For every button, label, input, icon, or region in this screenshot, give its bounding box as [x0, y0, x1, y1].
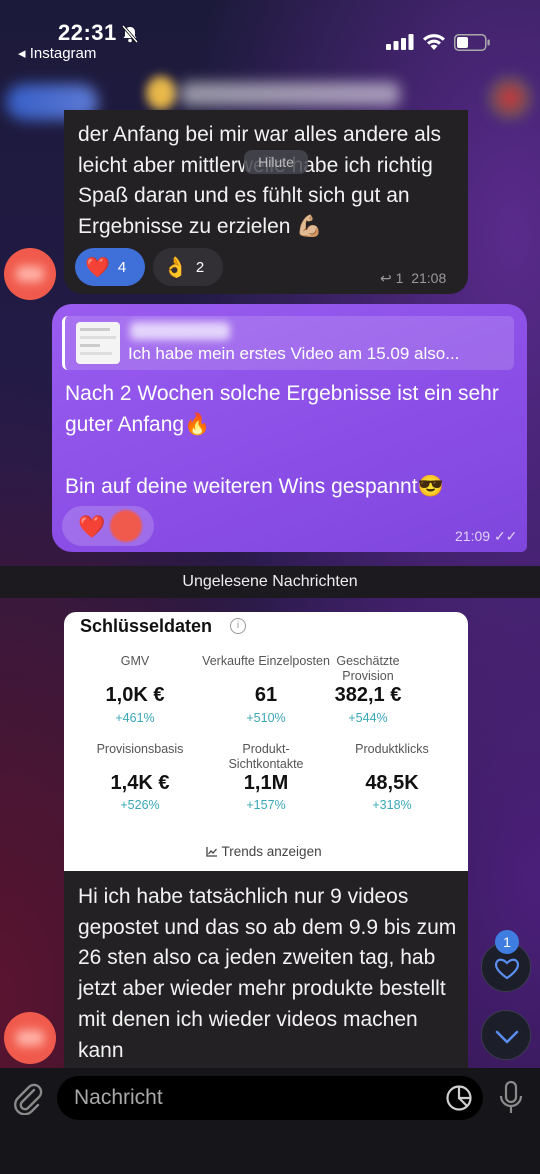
heart-reaction-icon: ❤️ — [78, 514, 106, 539]
ok-hand-emoji-icon: 👌 — [163, 256, 188, 279]
microphone-icon[interactable] — [496, 1080, 526, 1116]
outgoing-message-text: Nach 2 Wochen solche Ergebnisse ist ein … — [65, 378, 505, 502]
chat-emoji-icon — [146, 76, 176, 110]
heart-emoji-icon: ❤️ — [85, 256, 110, 279]
reaction-count: 2 — [195, 258, 205, 276]
metric-value: 382,1 € — [334, 684, 402, 706]
scroll-down-button[interactable] — [481, 1010, 531, 1060]
chevron-down-icon — [495, 1030, 519, 1044]
unread-reaction-badge: 1 — [495, 930, 519, 954]
trend-chart-icon — [206, 847, 217, 857]
reply-thumbnail — [76, 322, 120, 364]
text-overlay: Hilute — [244, 150, 308, 174]
message-time: 21:09 — [455, 528, 491, 544]
unread-divider: Ungelesene Nachrichten — [0, 566, 540, 598]
reaction-count: 4 — [117, 258, 127, 276]
battery-icon — [454, 34, 490, 51]
message-placeholder: Nachricht — [74, 1086, 163, 1109]
reply-arrow-icon[interactable]: ↩ — [380, 270, 392, 286]
metric-value: 1,4K € — [110, 772, 170, 794]
back-to-instagram[interactable]: ◂ Instagram — [18, 44, 96, 62]
message-time: 21:08 — [411, 270, 447, 286]
reply-author-blurred — [130, 322, 230, 340]
read-checkmarks-icon: ✓✓ — [493, 528, 518, 544]
reply-preview-text: Ich habe mein erstes Video am 15.09 also… — [128, 344, 460, 363]
reactor-avatar — [110, 510, 142, 542]
metric-label: Produkt-Sichtkontakte — [228, 742, 304, 771]
sticker-icon[interactable] — [445, 1084, 473, 1112]
chat-title-blurred[interactable] — [180, 82, 400, 106]
metric-delta: +526% — [120, 798, 160, 812]
message-text: der Anfang bei mir war alles andere als … — [78, 123, 442, 238]
reply-count: 1 — [395, 270, 404, 286]
metric-label: GMV — [120, 654, 150, 668]
outgoing-text-line-1: Nach 2 Wochen solche Ergebnisse ist ein … — [65, 382, 499, 436]
message-meta: 21:09 ✓✓ — [455, 528, 517, 545]
muted-bell-icon — [121, 25, 139, 43]
metric-label: Verkaufte Einzelposten — [202, 654, 330, 668]
wifi-icon — [423, 34, 445, 50]
card-title: Schlüsseldaten — [80, 616, 213, 636]
sender-avatar[interactable] — [4, 1012, 56, 1064]
metric-label: Produktklicks — [355, 742, 429, 756]
info-icon: i — [230, 618, 246, 634]
trends-link[interactable]: Trends anzeigen — [206, 844, 322, 859]
metric-delta: +461% — [115, 711, 155, 725]
metric-value: 1,0K € — [105, 684, 165, 706]
paperclip-icon[interactable] — [12, 1081, 44, 1115]
reaction-heart[interactable]: ❤️ 4 — [75, 248, 145, 286]
metric-value: 48,5K — [365, 772, 419, 794]
message-text: Hi ich habe tatsächlich nur 9 videos gep… — [78, 885, 457, 1062]
metric-delta: +544% — [348, 711, 388, 725]
signal-icon — [386, 34, 414, 50]
outgoing-text-line-2: Bin auf deine weiteren Wins gespannt😎 — [65, 475, 444, 498]
metric-value: 1,1M — [243, 772, 289, 794]
sender-avatar[interactable] — [4, 248, 56, 300]
chat-avatar[interactable] — [488, 76, 532, 120]
status-time: 22:31 — [58, 20, 117, 45]
metric-delta: +318% — [372, 798, 412, 812]
metric-delta: +157% — [246, 798, 286, 812]
message-meta: ↩ 1 21:08 — [380, 270, 446, 287]
trends-label: Trends anzeigen — [221, 844, 322, 859]
metric-label: Geschätzte Provision — [336, 654, 400, 683]
reaction-ok[interactable]: 👌 2 — [153, 248, 223, 286]
metric-label: Provisionsbasis — [96, 742, 184, 756]
